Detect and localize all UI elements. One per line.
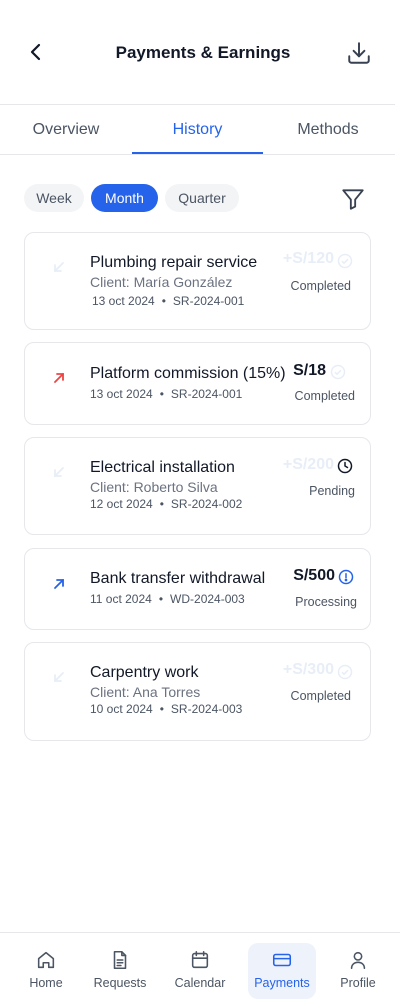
tab-overview[interactable]: Overview bbox=[0, 105, 132, 155]
transaction-title: Bank transfer withdrawal bbox=[90, 570, 266, 587]
nav-label: Profile bbox=[340, 976, 376, 990]
transaction-amount: +S/300 bbox=[282, 661, 334, 678]
transaction-client: Client: Ana Torres bbox=[90, 684, 201, 700]
transaction-client: Client: María González bbox=[90, 274, 233, 290]
tab-history[interactable]: History bbox=[132, 105, 263, 155]
period-chip-month[interactable]: Month bbox=[91, 184, 158, 212]
nav-item-calendar[interactable]: Calendar bbox=[166, 943, 234, 999]
arrow-up-right-icon bbox=[54, 579, 64, 589]
info-circle-icon bbox=[338, 569, 354, 585]
transaction-status: Completed bbox=[294, 389, 355, 403]
meta-separator: • bbox=[159, 497, 164, 511]
nav-label: Payments bbox=[254, 976, 310, 990]
nav-item-home[interactable]: Home bbox=[12, 943, 80, 999]
transaction-date: 12 oct 2024 bbox=[90, 497, 153, 511]
transaction-ref: WD-2024-003 bbox=[170, 592, 245, 606]
arrow-down-left-icon bbox=[54, 262, 64, 272]
check-circle-icon bbox=[337, 664, 353, 680]
tab-bar: Overview History Methods bbox=[0, 105, 395, 155]
transaction-meta: 10 oct 2024 • SR-2024-003 bbox=[90, 702, 242, 716]
transaction-title: Electrical installation bbox=[90, 459, 235, 476]
check-circle-icon bbox=[330, 364, 346, 380]
check-circle-icon bbox=[337, 253, 353, 269]
header: Payments & Earnings bbox=[0, 0, 400, 104]
transaction-amount: +S/200 bbox=[282, 456, 334, 473]
transaction-meta: 13 oct 2024 • SR-2024-001 bbox=[92, 294, 244, 308]
transaction-meta: 13 oct 2024 • SR-2024-001 bbox=[90, 387, 242, 401]
transaction-card[interactable]: Electrical installation Client: Roberto … bbox=[24, 437, 371, 535]
filter-icon bbox=[342, 189, 364, 210]
transaction-card[interactable]: Plumbing repair service Client: María Go… bbox=[24, 232, 371, 330]
transaction-status: Completed bbox=[290, 689, 351, 703]
filter-button[interactable] bbox=[340, 186, 366, 212]
clock-icon bbox=[337, 458, 353, 474]
arrow-up-right-icon bbox=[54, 373, 64, 383]
transaction-status: Pending bbox=[309, 484, 355, 498]
meta-separator: • bbox=[161, 294, 166, 308]
transaction-date: 11 oct 2024 bbox=[90, 592, 152, 606]
meta-separator: • bbox=[158, 592, 164, 606]
transaction-date: 10 oct 2024 bbox=[90, 702, 153, 716]
home-icon bbox=[37, 951, 55, 969]
tabs-divider bbox=[0, 154, 395, 155]
transaction-title: Carpentry work bbox=[90, 664, 199, 681]
bottom-nav: Home Requests Calendar Payments Profile bbox=[0, 932, 400, 1006]
transaction-amount: +S/120 bbox=[282, 250, 334, 267]
arrow-down-left-icon bbox=[54, 467, 64, 477]
transaction-ref: SR-2024-001 bbox=[172, 294, 245, 308]
nav-label: Home bbox=[29, 976, 63, 990]
meta-separator: • bbox=[159, 702, 164, 716]
download-icon bbox=[348, 42, 370, 64]
page-title: Payments & Earnings bbox=[115, 43, 291, 62]
nav-item-requests[interactable]: Requests bbox=[86, 943, 154, 999]
download-button[interactable] bbox=[346, 40, 372, 66]
transaction-meta: 11 oct 2024 • WD-2024-003 bbox=[90, 592, 245, 606]
nav-item-payments[interactable]: Payments bbox=[248, 943, 316, 999]
transaction-amount: S/500 bbox=[293, 567, 335, 584]
tab-methods[interactable]: Methods bbox=[263, 105, 393, 155]
transaction-card[interactable]: Platform commission (15%) 13 oct 2024 • SR… bbox=[24, 342, 371, 425]
document-icon bbox=[113, 950, 127, 970]
transaction-date: 13 oct 2024 bbox=[92, 294, 155, 308]
transaction-card[interactable]: Carpentry work Client: Ana Torres 10 oct… bbox=[24, 642, 371, 741]
transaction-ref: SR-2024-003 bbox=[170, 702, 243, 716]
arrow-down-left-icon bbox=[54, 672, 64, 682]
transaction-title: Plumbing repair service bbox=[90, 254, 258, 271]
transaction-client: Client: Roberto Silva bbox=[90, 479, 218, 495]
transaction-status: Completed bbox=[290, 279, 351, 293]
nav-label: Requests bbox=[93, 976, 147, 990]
transaction-ref: SR-2024-002 bbox=[170, 497, 243, 511]
period-chip-week[interactable]: Week bbox=[24, 184, 84, 212]
transaction-status: Processing bbox=[295, 595, 357, 609]
user-icon bbox=[350, 951, 366, 970]
meta-separator: • bbox=[159, 387, 164, 401]
transaction-card[interactable]: Bank transfer withdrawal 11 oct 2024 • WD-… bbox=[24, 548, 371, 630]
nav-item-profile[interactable]: Profile bbox=[324, 943, 392, 999]
calendar-icon bbox=[191, 950, 209, 969]
credit-card-icon bbox=[272, 953, 292, 967]
transaction-title: Platform commission (15%) bbox=[90, 365, 286, 382]
transaction-amount: S/18 bbox=[293, 362, 326, 379]
nav-label: Calendar bbox=[174, 976, 226, 990]
period-chip-quarter[interactable]: Quarter bbox=[165, 184, 239, 212]
transaction-date: 13 oct 2024 bbox=[90, 387, 153, 401]
transaction-meta: 12 oct 2024 • SR-2024-002 bbox=[90, 497, 242, 511]
transaction-ref: SR-2024-001 bbox=[170, 387, 243, 401]
